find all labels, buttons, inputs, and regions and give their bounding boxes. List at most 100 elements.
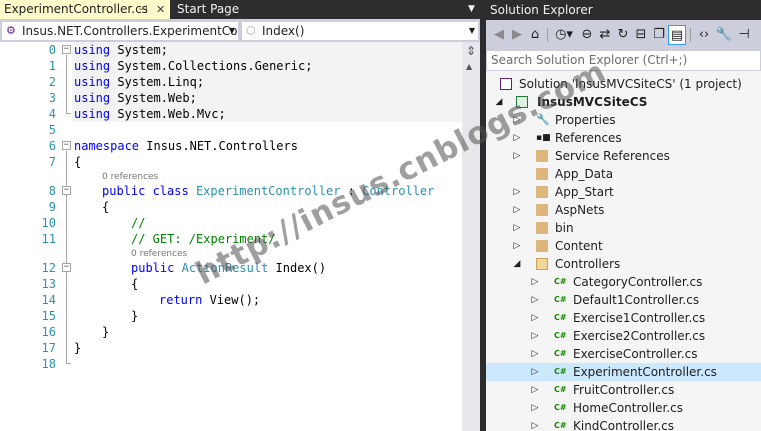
csharp-file-icon: C# xyxy=(554,331,567,340)
home-icon[interactable]: ⌂ xyxy=(526,25,544,45)
collapse-all-icon[interactable]: ⊟ xyxy=(632,25,650,45)
tree-item-app-start[interactable]: ▷ App_Start xyxy=(486,183,761,201)
tree-item-file[interactable]: ▷ C# CategoryController.cs xyxy=(486,273,761,291)
tree-item-label: InsusMVCSiteCS xyxy=(537,95,648,109)
references-icon: ▪■ xyxy=(536,133,551,143)
tree-item-aspnets[interactable]: ▷ AspNets xyxy=(486,201,761,219)
forward-icon[interactable]: ▶ xyxy=(508,25,526,45)
collapsed-arrow-icon[interactable]: ▷ xyxy=(512,111,522,129)
tree-item-file[interactable]: ▷ C# Default1Controller.cs xyxy=(486,291,761,309)
auto-hide-pin-icon[interactable]: ⊣ xyxy=(735,25,753,45)
line-number: 3 xyxy=(48,91,56,105)
collapsed-arrow-icon[interactable]: ▷ xyxy=(530,345,540,363)
properties-wrench-icon[interactable]: 🔧 xyxy=(715,25,733,45)
folder-icon xyxy=(536,186,548,198)
close-icon[interactable]: ✕ xyxy=(156,0,165,19)
tree-item-label: Exercise2Controller.cs xyxy=(573,329,706,343)
tree-item-label: Content xyxy=(555,239,603,253)
scroll-up-icon[interactable]: ▲ xyxy=(466,62,472,71)
collapsed-arrow-icon[interactable]: ▷ xyxy=(530,417,540,431)
collapsed-arrow-icon[interactable]: ▷ xyxy=(530,399,540,417)
collapse-toggle-icon[interactable]: − xyxy=(62,263,71,272)
tree-item-controllers[interactable]: ◢ Controllers xyxy=(486,255,761,273)
chevron-down-icon: ▼ xyxy=(228,26,235,35)
code-text-area[interactable]: 0 1 2 3 4 5 6 7 8 9 10 11 12 13 14 15 16… xyxy=(0,42,462,431)
vertical-scrollbar[interactable]: ⇕ ▲ xyxy=(462,42,480,431)
tree-item-file[interactable]: ▷ C# FruitController.cs xyxy=(486,381,761,399)
line-number: 11 xyxy=(41,232,56,246)
folder-icon xyxy=(536,240,548,252)
view-code-icon[interactable]: ‹› xyxy=(695,25,713,45)
collapsed-arrow-icon[interactable]: ▷ xyxy=(530,309,540,327)
line-number: 15 xyxy=(41,309,56,323)
folder-open-icon xyxy=(536,258,548,270)
tree-item-file[interactable]: ▷ C# ExerciseController.cs xyxy=(486,345,761,363)
tab-label: Start Page xyxy=(177,2,240,16)
tree-item-label: Default1Controller.cs xyxy=(573,293,700,307)
collapse-toggle-icon[interactable]: − xyxy=(62,186,71,195)
preview-selected-icon[interactable]: ▤ xyxy=(668,25,686,45)
pin-icon[interactable]: ⊣ xyxy=(138,0,148,19)
tree-item-content[interactable]: ▷ Content xyxy=(486,237,761,255)
tree-item-label: CategoryController.cs xyxy=(573,275,703,289)
member-selector[interactable]: ⬡ Index() ▼ xyxy=(241,21,479,41)
collapsed-arrow-icon[interactable]: ▷ xyxy=(530,273,540,291)
back-icon[interactable]: ◀ xyxy=(490,25,508,45)
tree-item-bin[interactable]: ▷ bin xyxy=(486,219,761,237)
tree-item-file[interactable]: ▷ C# Exercise1Controller.cs xyxy=(486,309,761,327)
tree-item-project[interactable]: ◢ InsusMVCSiteCS xyxy=(486,93,761,111)
line-number: 7 xyxy=(48,155,56,169)
expanded-arrow-icon[interactable]: ◢ xyxy=(512,255,522,273)
collapse-toggle-icon[interactable]: − xyxy=(62,45,71,54)
csharp-file-icon: C# xyxy=(554,385,567,394)
collapsed-arrow-icon[interactable]: ▷ xyxy=(530,381,540,399)
tree-item-references[interactable]: ▷ ▪■ References xyxy=(486,129,761,147)
tab-overflow-dropdown-icon[interactable]: ▼ xyxy=(463,0,480,19)
collapsed-arrow-icon[interactable]: ▷ xyxy=(530,327,540,345)
tree-item-app-data[interactable]: App_Data xyxy=(486,165,761,183)
tree-item-file[interactable]: ▷ C# HomeController.cs xyxy=(486,399,761,417)
refresh-icon[interactable]: ↻ xyxy=(614,25,632,45)
folder-icon xyxy=(536,204,548,216)
code-line: public class ExperimentController : Cont… xyxy=(102,184,435,198)
collapse-toggle-icon[interactable]: − xyxy=(62,141,71,150)
fold-guide-end xyxy=(66,113,71,114)
expanded-arrow-icon[interactable]: ◢ xyxy=(494,93,504,111)
code-editor: ExperimentController.cs ⊣ ✕ Start Page ▼… xyxy=(0,0,480,431)
web-project-icon xyxy=(516,96,528,108)
tree-item-label: ExerciseController.cs xyxy=(573,347,698,361)
type-selector[interactable]: ⚙ Insus.NET.Controllers.ExperimentCont ▼ xyxy=(1,21,239,41)
collapsed-arrow-icon[interactable]: ▷ xyxy=(512,219,522,237)
tree-item-label: Service References xyxy=(555,149,670,163)
tree-item-file-selected[interactable]: ▷ C# ExperimentController.cs xyxy=(486,363,761,381)
tab-experimentcontroller[interactable]: ExperimentController.cs ⊣ ✕ xyxy=(0,0,170,19)
chevron-down-icon: ▼ xyxy=(468,26,475,35)
solution-tree: Solution 'InsusMVCSiteCS' (1 project) ◢ … xyxy=(486,71,761,431)
line-number: 13 xyxy=(41,277,56,291)
pending-changes-icon[interactable]: ⊖ xyxy=(578,25,596,45)
tree-item-file[interactable]: ▷ C# KindController.cs xyxy=(486,417,761,431)
search-input[interactable]: Search Solution Explorer (Ctrl+;) xyxy=(486,50,761,71)
collapsed-arrow-icon[interactable]: ▷ xyxy=(512,129,522,147)
collapsed-arrow-icon[interactable]: ▷ xyxy=(512,147,522,165)
history-icon[interactable]: ◷▾ xyxy=(552,25,576,45)
collapsed-arrow-icon[interactable]: ▷ xyxy=(512,201,522,219)
tree-item-service-references[interactable]: ▷ Service References xyxy=(486,147,761,165)
line-number: 17 xyxy=(41,341,56,355)
show-all-files-icon[interactable]: ❐ xyxy=(650,25,668,45)
sync-icon[interactable]: ⇄ xyxy=(596,25,614,45)
tree-item-label: App_Data xyxy=(555,167,614,181)
tree-item-label: FruitController.cs xyxy=(573,383,675,397)
collapsed-arrow-icon[interactable]: ▷ xyxy=(530,363,540,381)
collapsed-arrow-icon[interactable]: ▷ xyxy=(512,183,522,201)
collapsed-arrow-icon[interactable]: ▷ xyxy=(530,291,540,309)
split-window-icon[interactable]: ⇕ xyxy=(464,44,478,58)
tab-start-page[interactable]: Start Page xyxy=(173,0,293,19)
tree-item-solution[interactable]: Solution 'InsusMVCSiteCS' (1 project) xyxy=(486,75,761,93)
tree-item-properties[interactable]: ▷ 🔧 Properties xyxy=(486,111,761,129)
code-line: return View(); xyxy=(159,293,261,307)
tree-item-label: Exercise1Controller.cs xyxy=(573,311,706,325)
tree-item-file[interactable]: ▷ C# Exercise2Controller.cs xyxy=(486,327,761,345)
collapsed-arrow-icon[interactable]: ▷ xyxy=(512,237,522,255)
folder-icon xyxy=(536,168,548,180)
